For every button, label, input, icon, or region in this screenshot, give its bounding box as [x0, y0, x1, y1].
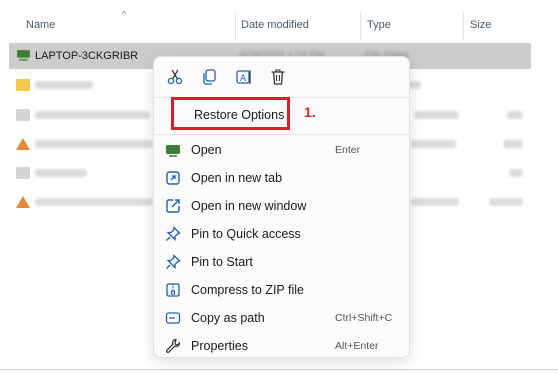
menu-item-label: Open in new tab [191, 171, 283, 185]
folder-icon [16, 79, 30, 91]
blurred-file-type [414, 111, 459, 119]
menu-item-open-in-new-window[interactable]: Open in new window [154, 193, 409, 220]
zip-icon [166, 283, 180, 297]
new-window-icon [166, 199, 180, 213]
column-divider[interactable] [235, 12, 236, 40]
rename-icon[interactable]: A [235, 68, 253, 86]
menu-item-pin-to-start[interactable]: Pin to Start [154, 249, 409, 276]
menu-item-shortcut: Alt+Enter [335, 340, 379, 352]
menu-item-label: Properties [191, 339, 248, 353]
column-divider[interactable] [463, 12, 464, 40]
menu-item-shortcut: Enter [335, 144, 361, 156]
sort-ascending-icon: ^ [122, 9, 127, 19]
blurred-file-name [35, 198, 153, 206]
pdf-icon [16, 196, 30, 208]
column-header-type[interactable]: Type [367, 19, 391, 31]
restore-options-item[interactable]: Restore Options [194, 108, 284, 122]
delete-icon[interactable] [269, 68, 287, 86]
blurred-file-size [507, 111, 523, 119]
blurred-file-type [411, 140, 456, 148]
blurred-file-size [503, 140, 523, 148]
new-tab-icon [166, 171, 180, 185]
pin-start-icon [166, 254, 181, 270]
menu-separator [154, 134, 409, 135]
menu-item-copy-as-path[interactable]: Copy as path Ctrl+Shift+C [154, 305, 409, 332]
blurred-file-size [509, 169, 523, 177]
menu-item-pin-to-quick-access[interactable]: Pin to Quick access [154, 221, 409, 248]
column-header-date-modified[interactable]: Date modified [241, 19, 309, 31]
menu-item-properties[interactable]: Properties Alt+Enter [154, 333, 409, 357]
column-header-name[interactable]: Name [26, 19, 55, 31]
document-icon [16, 109, 30, 121]
menu-item-label: Compress to ZIP file [191, 283, 305, 297]
copy-icon[interactable] [200, 68, 218, 86]
menu-item-label: Open [191, 143, 222, 157]
annotation-step-number: 1. [304, 104, 316, 120]
menu-item-shortcut: Ctrl+Shift+C [335, 312, 393, 324]
column-divider[interactable] [360, 12, 361, 40]
context-menu: A Restore Options Open Enter Open in new… [153, 56, 410, 358]
document-icon [16, 167, 30, 179]
column-header-size[interactable]: Size [470, 19, 491, 31]
restore-options-highlight-box[interactable]: Restore Options [171, 97, 290, 130]
cut-icon[interactable] [166, 68, 184, 86]
menu-item-compress-to-zip[interactable]: Compress to ZIP file [154, 277, 409, 304]
context-menu-quick-actions: A [154, 57, 409, 97]
file-name[interactable]: LAPTOP-3CKGRIBR [35, 50, 138, 62]
menu-item-label: Open in new window [191, 199, 307, 213]
blurred-file-type [411, 198, 459, 206]
column-header-row: ^ Name Date modified Type Size [0, 0, 558, 40]
pin-icon [166, 226, 181, 242]
blurred-file-type [409, 81, 421, 89]
menu-item-label: Copy as path [191, 311, 265, 325]
menu-item-label: Pin to Quick access [191, 227, 301, 241]
blurred-file-name [35, 140, 153, 148]
pdf-icon [16, 138, 30, 150]
svg-text:A: A [240, 74, 247, 84]
blurred-file-name [35, 81, 93, 89]
open-folder-icon [166, 145, 180, 157]
blurred-file-name [35, 169, 87, 177]
menu-item-open-in-new-tab[interactable]: Open in new tab [154, 165, 409, 192]
properties-icon [166, 338, 181, 353]
blurred-file-size [489, 198, 523, 206]
menu-item-label: Pin to Start [191, 255, 253, 269]
list-bottom-border [0, 369, 558, 370]
blurred-file-name [35, 111, 150, 119]
computer-folder-icon [17, 50, 30, 61]
menu-item-open[interactable]: Open Enter [154, 137, 409, 164]
copy-path-icon [165, 312, 181, 324]
